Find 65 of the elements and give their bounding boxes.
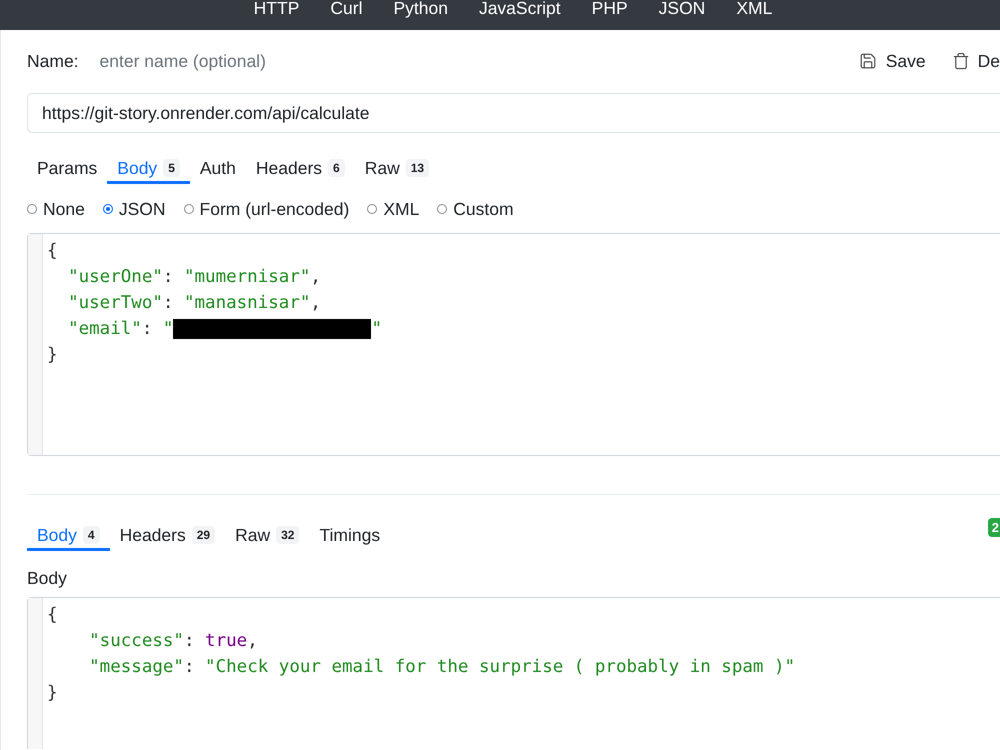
json-key: "success" [89, 628, 184, 654]
code-punctuation: } [47, 344, 58, 367]
json-key: "userTwo" [68, 290, 163, 316]
tab[interactable]: Body 5 [107, 150, 190, 184]
code-punctuation: : [142, 318, 154, 341]
json-string: "mumernisar" [184, 266, 310, 289]
name-field[interactable]: enter name (optional) [88, 48, 418, 74]
code-punctuation: { [47, 240, 58, 263]
save-button[interactable]: Save [846, 44, 939, 78]
code-punctuation: : [162, 266, 174, 289]
code-punctuation: : [162, 292, 174, 315]
section-label: Body [27, 568, 67, 588]
tab[interactable]: Raw 32 [225, 517, 310, 551]
tab[interactable]: Auth [190, 150, 246, 184]
code-punctuation: { [47, 604, 58, 627]
radio-button[interactable] [27, 204, 37, 214]
tab[interactable]: Headers 6 [246, 150, 355, 184]
nav-link[interactable]: Curl [330, 0, 362, 16]
nav-link[interactable]: HTTP [254, 0, 300, 16]
tab[interactable]: Params [27, 150, 108, 184]
status-badge: 2 [988, 518, 1000, 537]
count-badge: 29 [192, 526, 216, 544]
tab[interactable]: Raw 13 [354, 150, 440, 184]
code-punctuation: , [247, 630, 258, 653]
nav-link[interactable]: JavaScript [478, 0, 561, 16]
name-label: Name: [27, 50, 79, 73]
tab[interactable]: Body 4 [27, 517, 110, 551]
json-string: "Check your email for the surprise ( probably in spam )" [205, 656, 796, 679]
code-punctuation: , [310, 292, 321, 315]
code-punctuation: : [184, 656, 196, 679]
json-string: " [371, 318, 382, 341]
json-key: "message" [89, 654, 184, 680]
radio-label: Form (url-encoded) [200, 198, 350, 221]
nav-link[interactable]: PHP [592, 0, 628, 16]
json-string: " [162, 318, 174, 341]
nav-link[interactable]: JSON [658, 0, 706, 16]
json-key: "email" [68, 316, 142, 342]
radio-button[interactable] [367, 204, 378, 214]
count-badge: 6 [328, 159, 345, 177]
code-punctuation: } [47, 682, 58, 705]
radio-button[interactable] [437, 204, 448, 214]
tab[interactable]: Headers 29 [110, 517, 226, 551]
radio-button[interactable] [184, 204, 194, 214]
count-badge: 5 [163, 159, 180, 177]
radio-label: JSON [118, 198, 166, 221]
nav-link[interactable]: Python [393, 0, 448, 16]
code-editor[interactable]: { "success": true, "message": "Check your email for the surprise ( probably in spam )" } [27, 597, 1000, 749]
count-badge: 4 [82, 526, 100, 544]
code-editor[interactable]: { "userOne": "mumernisar", "userTwo": "manasnisar", "email": " " } [27, 233, 1000, 456]
count-badge: 13 [406, 159, 430, 177]
nav-link[interactable]: XML [736, 0, 772, 16]
json-boolean: true [205, 630, 248, 653]
tab[interactable]: Timings [309, 517, 390, 551]
trash-icon [952, 52, 970, 70]
url-field[interactable]: https://git-story.onrender.com/api/calculate [27, 93, 1000, 133]
json-string: "manasnisar" [184, 292, 310, 315]
json-key: "userOne" [68, 264, 163, 290]
count-badge: 32 [276, 526, 300, 544]
code-punctuation: , [310, 266, 321, 289]
delete-button[interactable]: De [938, 44, 1000, 78]
radio-label: Custom [453, 198, 514, 221]
code-punctuation: : [184, 630, 196, 653]
radio-label: XML [383, 198, 420, 221]
radio-button[interactable] [102, 204, 113, 214]
radio-label: None [43, 198, 85, 221]
